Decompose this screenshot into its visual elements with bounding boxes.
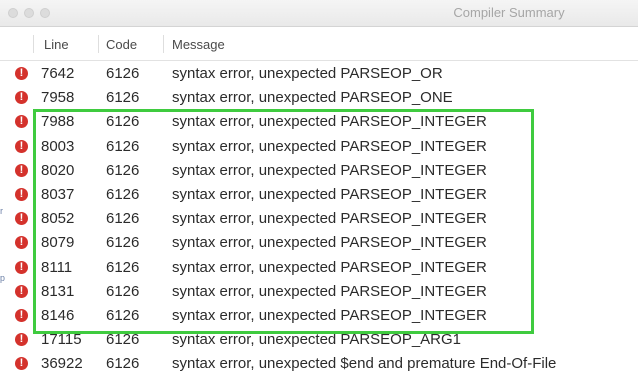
row-message: syntax error, unexpected PARSEOP_INTEGER <box>172 307 487 324</box>
row-message: syntax error, unexpected PARSEOP_INTEGER <box>172 186 487 203</box>
compiler-summary-window: Compiler Summary Line Code Message ! 7642… <box>0 0 638 387</box>
error-icon: ! <box>15 163 28 177</box>
row-line-number: 8052 <box>41 210 75 228</box>
table-row[interactable]: ! 36922 6126 syntax error, unexpected $end … <box>0 352 638 376</box>
error-icon: ! <box>15 309 28 322</box>
clipped-edge-glyph: ᵖ <box>0 272 5 287</box>
error-icon: ! <box>15 188 28 201</box>
column-divider[interactable] <box>98 35 99 53</box>
row-error-code: 6126 <box>106 355 140 373</box>
row-line-number: 8020 <box>41 161 75 179</box>
table-row[interactable]: ! 8079 6126 syntax error, unexpected PARSEO… <box>0 231 638 255</box>
row-message: syntax error, unexpected PARSEOP_INTEGER <box>172 137 487 155</box>
table-row[interactable]: ! 8131 6126 syntax error, unexpected PARSEO… <box>0 280 638 304</box>
title-bar[interactable]: Compiler Summary <box>0 0 638 27</box>
row-error-code: 6126 <box>106 89 140 107</box>
column-header-line[interactable]: Line <box>44 37 69 52</box>
window-title: Compiler Summary <box>453 5 565 20</box>
row-line-number: 7642 <box>41 65 75 82</box>
row-line-number: 8079 <box>41 234 75 252</box>
table-header: Line Code Message <box>0 27 638 61</box>
row-line-number: 8037 <box>41 186 75 203</box>
table-row[interactable]: ! 8052 6126 syntax error, unexpected PARSEO… <box>0 207 638 231</box>
table-row[interactable]: ! 8037 6126 syntax error, unexpected PARSEO… <box>0 183 638 207</box>
error-icon: ! <box>15 260 28 274</box>
table-row[interactable]: ! 8020 6126 syntax error, unexpected PARSEO… <box>0 159 638 183</box>
row-line-number: 17115 <box>41 331 82 349</box>
row-error-code: 6126 <box>106 331 140 349</box>
row-line-number: 7958 <box>41 89 75 107</box>
row-error-code: 6126 <box>106 161 140 179</box>
row-line-number: 7988 <box>41 113 75 131</box>
table-row[interactable]: ! 8146 6126 syntax error, unexpected PARSEO… <box>0 304 638 328</box>
error-icon: ! <box>15 212 28 226</box>
row-error-code: 6126 <box>106 234 140 252</box>
row-line-number: 8003 <box>41 137 75 155</box>
row-error-code: 6126 <box>106 258 140 276</box>
table-row[interactable]: ! 8003 6126 syntax error, unexpected PARSEO… <box>0 135 638 159</box>
row-line-number: 8131 <box>41 282 75 300</box>
error-icon: ! <box>15 333 28 347</box>
row-message: syntax error, unexpected $end and premat… <box>172 355 557 373</box>
row-error-code: 6126 <box>106 113 140 131</box>
column-divider <box>33 35 34 53</box>
row-error-code: 6126 <box>106 282 140 300</box>
error-icon: ! <box>15 115 28 129</box>
error-icon: ! <box>15 357 28 371</box>
row-error-code: 6126 <box>106 137 140 155</box>
column-divider[interactable] <box>163 35 164 53</box>
clipped-edge-glyph: ʳ <box>0 205 4 220</box>
row-message: syntax error, unexpected PARSEOP_OR <box>172 65 443 82</box>
row-message: syntax error, unexpected PARSEOP_ARG1 <box>172 331 462 349</box>
table-row[interactable]: ! 17115 6126 syntax error, unexpected PARSE… <box>0 328 638 352</box>
column-header-message[interactable]: Message <box>172 37 225 52</box>
row-message: syntax error, unexpected PARSEOP_INTEGER <box>172 282 487 300</box>
error-icon: ! <box>15 91 28 105</box>
error-icon: ! <box>15 139 28 153</box>
row-line-number: 8146 <box>41 307 75 324</box>
error-icon: ! <box>15 236 28 250</box>
row-message: syntax error, unexpected PARSEOP_INTEGER <box>172 258 487 276</box>
error-icon: ! <box>15 284 28 298</box>
table-row[interactable]: ! 7988 6126 syntax error, unexpected PARSEO… <box>0 110 638 134</box>
row-error-code: 6126 <box>106 65 140 82</box>
row-message: syntax error, unexpected PARSEOP_INTEGER <box>172 210 487 228</box>
row-message: syntax error, unexpected PARSEOP_INTEGER <box>172 161 487 179</box>
row-line-number: 8111 <box>41 258 73 276</box>
row-message: syntax error, unexpected PARSEOP_INTEGER <box>172 113 487 131</box>
table-row[interactable]: ! 7642 6126 syntax error, unexpected PARSEO… <box>0 62 638 86</box>
table-row[interactable]: ! 8111 6126 syntax error, unexpected PARSEO… <box>0 256 638 280</box>
row-message: syntax error, unexpected PARSEOP_ONE <box>172 89 453 107</box>
column-header-code[interactable]: Code <box>106 37 137 52</box>
table-row[interactable]: ! 7958 6126 syntax error, unexpected PARSEO… <box>0 86 638 110</box>
row-error-code: 6126 <box>106 186 140 203</box>
row-message: syntax error, unexpected PARSEOP_INTEGER <box>172 234 487 252</box>
row-line-number: 36922 <box>41 355 83 373</box>
error-icon: ! <box>15 67 28 80</box>
row-error-code: 6126 <box>106 307 140 324</box>
row-error-code: 6126 <box>106 210 140 228</box>
